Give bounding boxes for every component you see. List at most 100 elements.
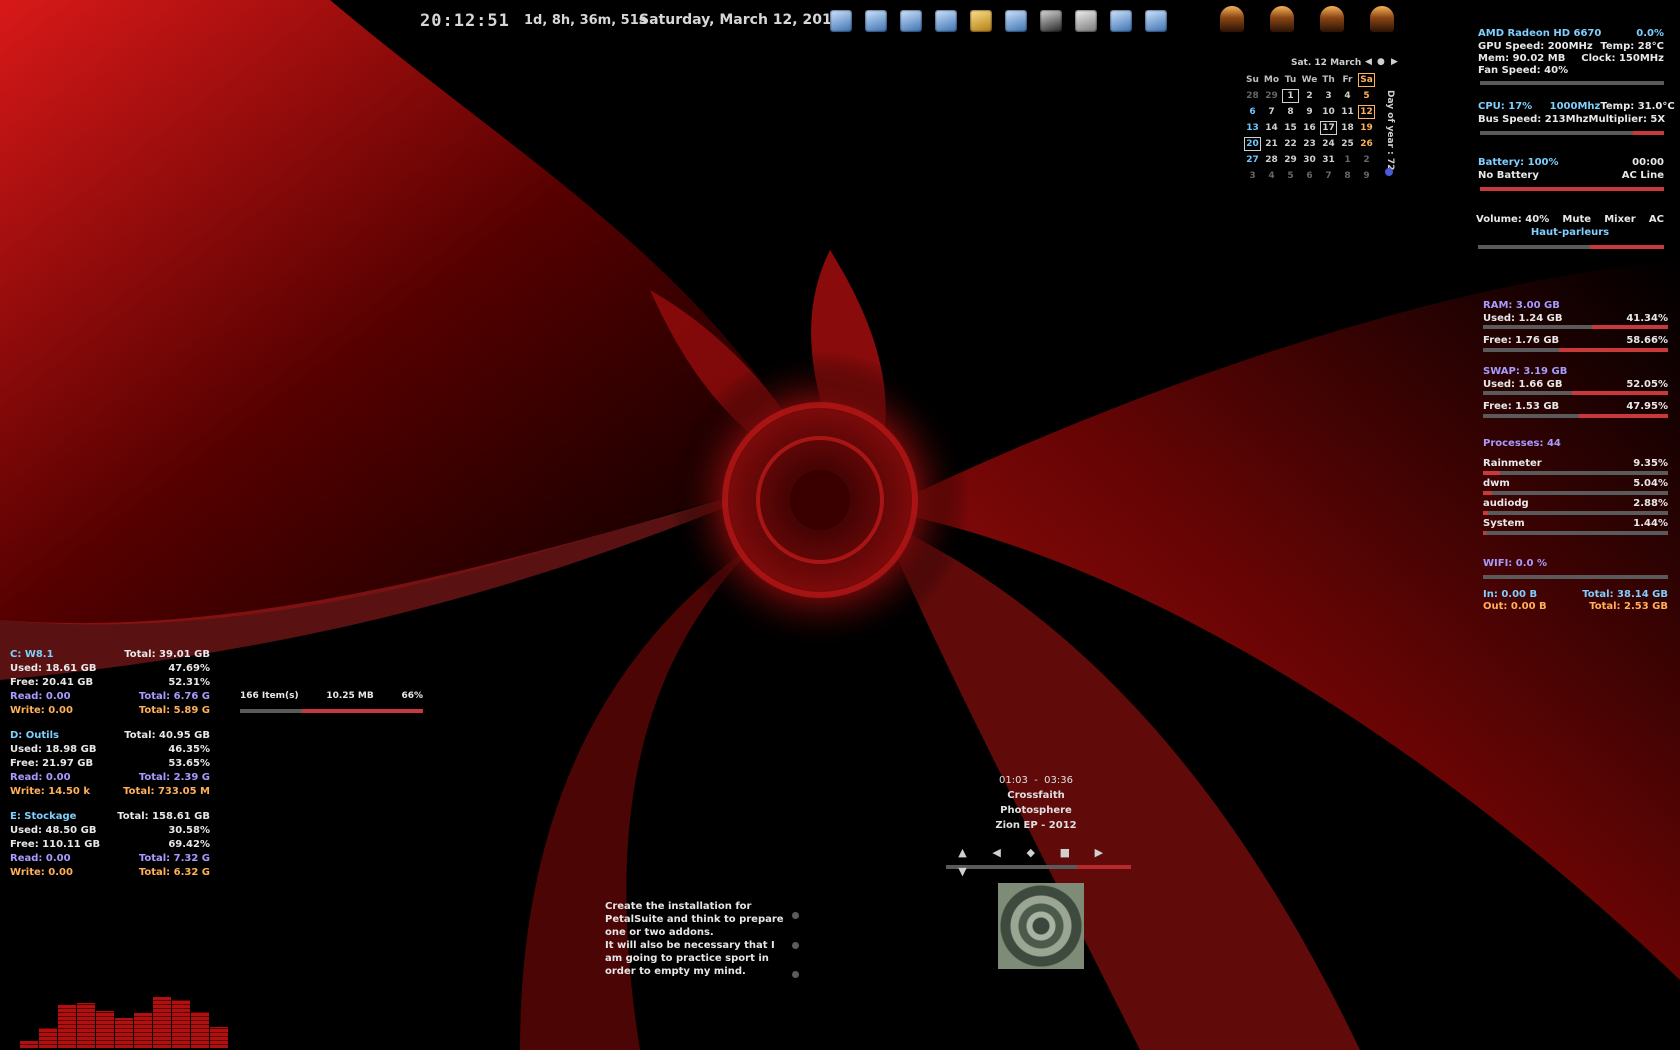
calendar-day[interactable]: 15	[1281, 120, 1300, 136]
calendar-day[interactable]: 1	[1338, 152, 1357, 168]
calendar-day[interactable]: 29	[1281, 152, 1300, 168]
calendar-day[interactable]: 29	[1262, 88, 1281, 104]
volume-level: Volume: 40%	[1476, 214, 1550, 225]
drive-used-pct: 46.35%	[168, 744, 210, 755]
calendar-day[interactable]: 10	[1319, 104, 1338, 120]
calendar-day[interactable]: 7	[1262, 104, 1281, 120]
calendar-day[interactable]: 30	[1300, 152, 1319, 168]
ac-button[interactable]: AC	[1649, 213, 1664, 227]
lamp-1-icon[interactable]	[1220, 6, 1244, 32]
note-3-checkbox[interactable]	[792, 971, 799, 978]
swap-used-bar	[1483, 391, 1668, 395]
calendar-day[interactable]: 25	[1338, 136, 1357, 152]
visualizer-bar	[58, 1005, 76, 1048]
paint-icon[interactable]	[865, 10, 887, 32]
monitor-icon[interactable]	[935, 10, 957, 32]
stop-button[interactable]: ■	[1050, 846, 1079, 859]
gpu-mem: Mem: 90.02 MB	[1478, 53, 1566, 64]
drive-block: C: W8.1 Total: 39.01 GB Used: 18.61 GB 47.6…	[10, 648, 210, 718]
drive-free: Free: 21.97 GB	[10, 758, 94, 769]
ram-free-pct: 58.66%	[1626, 335, 1668, 346]
calendar-day[interactable]: 2	[1300, 88, 1319, 104]
calendar-day[interactable]: 14	[1262, 120, 1281, 136]
next-button[interactable]: ▶	[1084, 846, 1113, 859]
calendar-day[interactable]: 9	[1300, 104, 1319, 120]
terminal-icon[interactable]	[1040, 10, 1062, 32]
calendar-day[interactable]: 26	[1357, 136, 1376, 152]
battery-panel: Battery: 100% 00:00 No Battery AC Line	[1478, 156, 1664, 182]
calendar-day[interactable]: 9	[1357, 168, 1376, 184]
calendar-day[interactable]: 13	[1243, 120, 1262, 136]
calendar-day[interactable]: 7	[1319, 168, 1338, 184]
process-bar	[1483, 491, 1668, 495]
repeat-button[interactable]: ▼	[948, 865, 977, 878]
notes-text: Create the installation for PetalSuite a…	[605, 901, 784, 977]
lamp-2-icon[interactable]	[1270, 6, 1294, 32]
media-player: 01:03 - 03:36 Crossfaith Photosphere Zio…	[946, 773, 1126, 833]
swap-title: SWAP: 3.19 GB	[1483, 366, 1568, 377]
drive-name: D: Outils	[10, 730, 59, 741]
calendar-day[interactable]: 28	[1262, 152, 1281, 168]
calendar-day[interactable]: 5	[1281, 168, 1300, 184]
calendar-day[interactable]: 16	[1300, 120, 1319, 136]
calendar-day[interactable]: 8	[1338, 168, 1357, 184]
calendar-day[interactable]: 22	[1281, 136, 1300, 152]
calendar-day[interactable]: 21	[1262, 136, 1281, 152]
folder-icon[interactable]	[970, 10, 992, 32]
process-row: dwm 5.04%	[1483, 477, 1668, 497]
note-2-checkbox[interactable]	[792, 942, 799, 949]
gpu-clock: Clock: 150MHz	[1581, 53, 1664, 64]
calendar-day[interactable]: 6	[1300, 168, 1319, 184]
printer-icon[interactable]	[1075, 10, 1097, 32]
mute-button[interactable]: Mute	[1562, 213, 1591, 227]
visualizer-bar	[77, 1003, 95, 1048]
calendar-day[interactable]: 31	[1319, 152, 1338, 168]
calendar-day[interactable]: 11	[1338, 104, 1357, 120]
task-manager-icon[interactable]	[1005, 10, 1027, 32]
audio-device: Haut-parleurs	[1530, 227, 1610, 238]
drive-total: Total: 158.61 GB	[117, 811, 210, 822]
network-icon[interactable]	[900, 10, 922, 32]
lamp-3-icon[interactable]	[1320, 6, 1344, 32]
today-button[interactable]: ●	[1377, 57, 1385, 67]
calendar-day[interactable]: 8	[1281, 104, 1300, 120]
calendar-day[interactable]: 4	[1338, 88, 1357, 104]
shuffle-button[interactable]: ▲	[948, 846, 977, 859]
calculator-icon[interactable]	[830, 10, 852, 32]
recycle-bin[interactable]: 166 Item(s) 10.25 MB 66%	[240, 689, 423, 703]
calendar-day[interactable]: 17	[1319, 120, 1338, 136]
prev-month-button[interactable]: ◀	[1365, 57, 1372, 67]
note-1-checkbox[interactable]	[792, 912, 799, 919]
calendar-day[interactable]: 28	[1243, 88, 1262, 104]
calendar-day[interactable]: 4	[1262, 168, 1281, 184]
play-button[interactable]: ◆	[1016, 846, 1045, 859]
volume-slider[interactable]	[1478, 245, 1664, 249]
calendar-day[interactable]: 20	[1243, 136, 1262, 152]
calendar-day[interactable]: 27	[1243, 152, 1262, 168]
next-month-button[interactable]: ▶	[1391, 57, 1398, 67]
calendar-day[interactable]: 2	[1357, 152, 1376, 168]
visualizer-bar	[115, 1018, 133, 1048]
drive-read: Read: 0.00	[10, 691, 71, 702]
calendar-day[interactable]: 3	[1319, 88, 1338, 104]
swap-free-bar	[1483, 414, 1668, 418]
calendar-day[interactable]: 24	[1319, 136, 1338, 152]
calendar-day[interactable]: 1	[1281, 88, 1300, 104]
artist: Crossfaith	[1007, 790, 1065, 801]
settings-icon[interactable]	[1145, 10, 1167, 32]
documents-icon[interactable]	[1110, 10, 1132, 32]
calendar-day[interactable]: 12	[1357, 104, 1376, 120]
calendar-day[interactable]: 23	[1300, 136, 1319, 152]
drive-free-pct: 52.31%	[168, 677, 210, 688]
previous-button[interactable]: ◀	[982, 846, 1011, 859]
day-of-year: Day of year : 72	[1385, 90, 1395, 171]
calendar-day[interactable]: 19	[1357, 120, 1376, 136]
drive-free-pct: 69.42%	[168, 839, 210, 850]
calendar-day[interactable]: 6	[1243, 104, 1262, 120]
calendar-day[interactable]: 5	[1357, 88, 1376, 104]
lamp-4-icon[interactable]	[1370, 6, 1394, 32]
calendar-day[interactable]: 3	[1243, 168, 1262, 184]
wifi-in-total: Total: 38.14 GB	[1582, 589, 1668, 600]
mixer-button[interactable]: Mixer	[1604, 213, 1636, 227]
calendar-day[interactable]: 18	[1338, 120, 1357, 136]
